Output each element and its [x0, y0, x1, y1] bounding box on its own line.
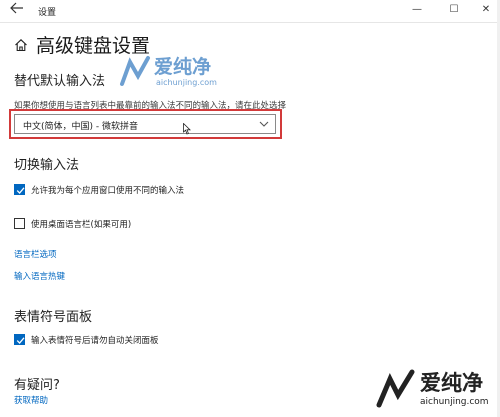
input-language-hotkeys-link[interactable]: 输入语言热键 — [14, 270, 65, 282]
watermark-logo-icon — [120, 56, 150, 86]
back-arrow-icon[interactable] — [10, 2, 28, 18]
watermark-brand-text: 爱纯净 — [420, 371, 483, 395]
checkbox-label: 使用桌面语言栏(如果可用) — [31, 220, 132, 230]
window-title: 设置 — [38, 8, 57, 18]
checkbox-unchecked[interactable] — [14, 218, 25, 229]
section-heading-override: 替代默认输入法 — [14, 74, 106, 89]
maximize-button[interactable]: ☐ — [441, 2, 467, 18]
close-button[interactable]: ✕ — [473, 2, 499, 18]
language-bar-options-link[interactable]: 语言栏选项 — [14, 248, 57, 260]
section-heading-switch: 切换输入法 — [14, 158, 80, 173]
input-method-dropdown[interactable]: 中文(简体，中国) - 微软拼音 — [14, 114, 276, 134]
mouse-cursor-icon — [183, 123, 191, 135]
watermark-brand-icon — [376, 369, 415, 408]
watermark-brand-url: aichunjing.com — [420, 397, 489, 407]
title-bar: 设置 — ☐ ✕ — [0, 0, 500, 23]
checkbox-label: 输入表情符号后请勿自动关闭面板 — [31, 336, 159, 346]
get-help-link[interactable]: 获取帮助 — [14, 394, 48, 406]
home-icon[interactable] — [14, 38, 28, 52]
watermark-logo: 爱纯净 aichunjing.com — [118, 50, 233, 110]
checkbox-label: 允许我为每个应用窗口使用不同的输入法 — [31, 186, 185, 196]
minimize-button[interactable]: — — [404, 2, 430, 18]
checkbox-checked[interactable] — [14, 334, 25, 345]
section-heading-help: 有疑问? — [14, 378, 60, 393]
watermark-logo-text: 爱纯净 — [154, 56, 212, 78]
dropdown-value: 中文(简体，中国) - 微软拼音 — [23, 122, 138, 132]
checkbox-checked[interactable] — [14, 184, 25, 195]
watermark-logo-url: aichunjing.com — [156, 78, 217, 87]
section-heading-emoji: 表情符号面板 — [14, 310, 93, 325]
watermark-brand: 爱纯净 aichunjing.com — [376, 367, 496, 415]
chevron-down-icon — [259, 117, 269, 134]
